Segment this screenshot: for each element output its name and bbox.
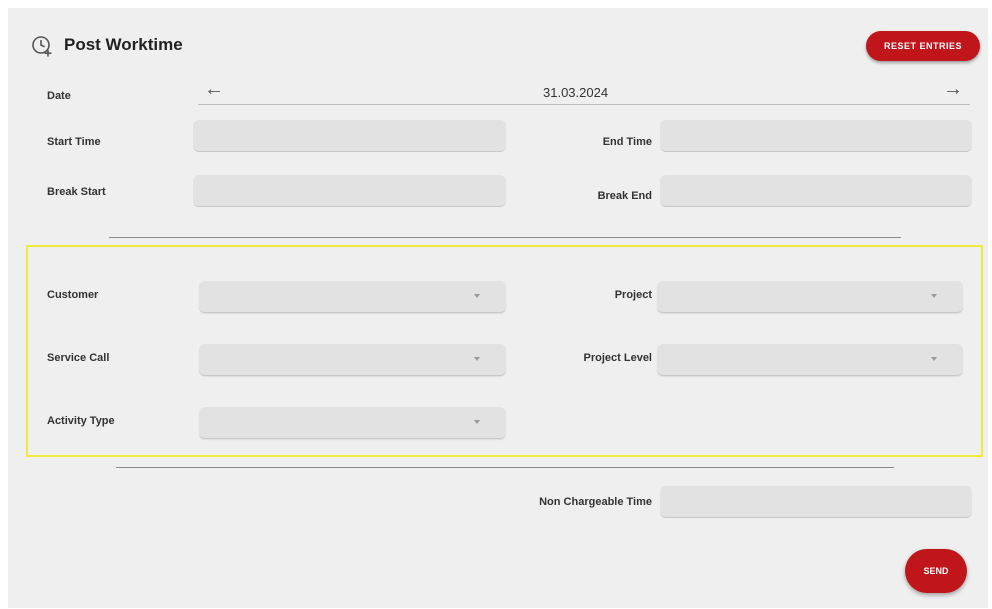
break-start-field[interactable] — [193, 175, 506, 207]
customer-select[interactable] — [199, 281, 506, 313]
start-time-field[interactable] — [193, 120, 506, 152]
service-call-select[interactable] — [199, 344, 506, 376]
end-time-label: End Time — [602, 136, 652, 148]
break-end-field[interactable] — [660, 175, 972, 207]
activity-type-select[interactable] — [199, 407, 506, 439]
service-call-label: Service Call — [47, 352, 110, 364]
project-label: Project — [614, 289, 652, 301]
caret-down-icon — [474, 420, 480, 424]
reset-entries-button[interactable]: RESET ENTRIES — [866, 31, 980, 61]
break-start-label: Break Start — [47, 186, 106, 198]
non-chargeable-time-field[interactable] — [660, 486, 972, 518]
customer-label: Customer — [47, 289, 99, 301]
date-value[interactable]: 31.03.2024 — [543, 85, 608, 100]
clock-plus-icon — [32, 36, 52, 57]
arrow-left-icon[interactable]: ← — [204, 79, 224, 99]
date-underline — [198, 104, 970, 105]
caret-down-icon — [931, 294, 937, 298]
project-level-select[interactable] — [657, 344, 963, 376]
caret-down-icon — [474, 357, 480, 361]
send-button[interactable]: SEND — [905, 549, 967, 593]
end-time-field[interactable] — [660, 120, 972, 152]
page-title: Post Worktime — [64, 35, 183, 54]
project-level-label: Project Level — [583, 352, 652, 364]
start-time-label: Start Time — [47, 136, 101, 148]
activity-type-label: Activity Type — [47, 415, 115, 427]
date-label: Date — [47, 90, 71, 102]
caret-down-icon — [474, 294, 480, 298]
section-divider-bottom — [116, 467, 894, 468]
arrow-right-icon[interactable]: → — [943, 79, 963, 99]
section-divider-top — [109, 237, 901, 238]
caret-down-icon — [931, 357, 937, 361]
break-end-label: Break End — [597, 190, 652, 202]
non-chargeable-time-label: Non Chargeable Time — [539, 496, 652, 508]
project-select[interactable] — [657, 281, 963, 313]
